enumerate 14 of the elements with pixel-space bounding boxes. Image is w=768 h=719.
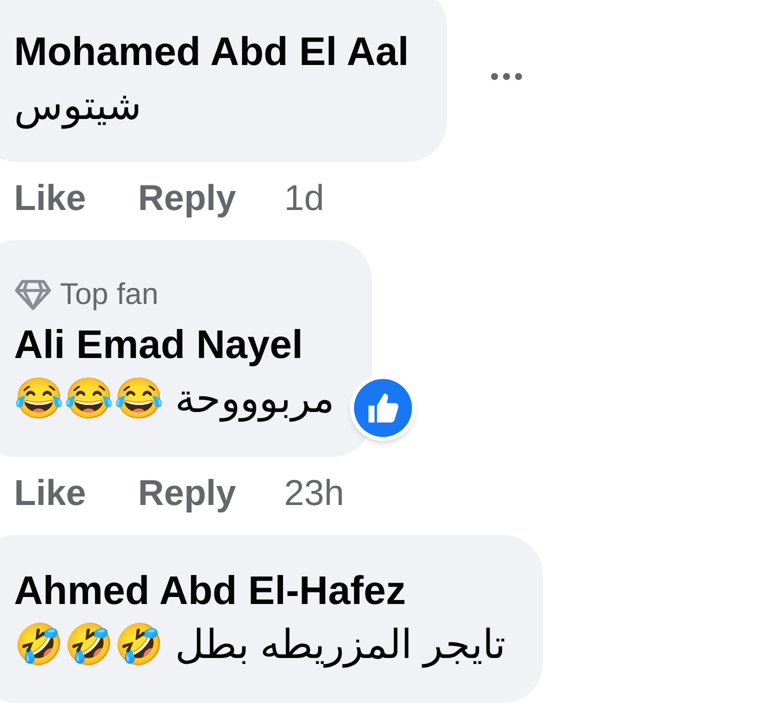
reply-link[interactable]: Reply xyxy=(138,466,236,520)
like-link[interactable]: Like xyxy=(14,171,86,225)
top-fan-label: Top fan xyxy=(60,277,158,313)
comment-author[interactable]: Ahmed Abd El-Hafez xyxy=(14,567,506,615)
comment-author[interactable]: Ali Emad Nayel xyxy=(14,321,334,369)
comment-time: 23h xyxy=(284,471,344,515)
comment-text: تايجر المزريطه بطل 🤣🤣🤣 xyxy=(14,622,506,670)
comment-text: شيتوس xyxy=(14,83,143,131)
comment-text: مربوووحة 😂😂😂 xyxy=(14,376,334,424)
comment-time: 1d xyxy=(284,176,324,220)
diamond-icon xyxy=(14,280,52,310)
reply-link[interactable]: Reply xyxy=(138,171,236,225)
comment-author[interactable]: Mohamed Abd El Aal xyxy=(14,28,409,76)
like-link[interactable]: Like xyxy=(14,466,86,520)
